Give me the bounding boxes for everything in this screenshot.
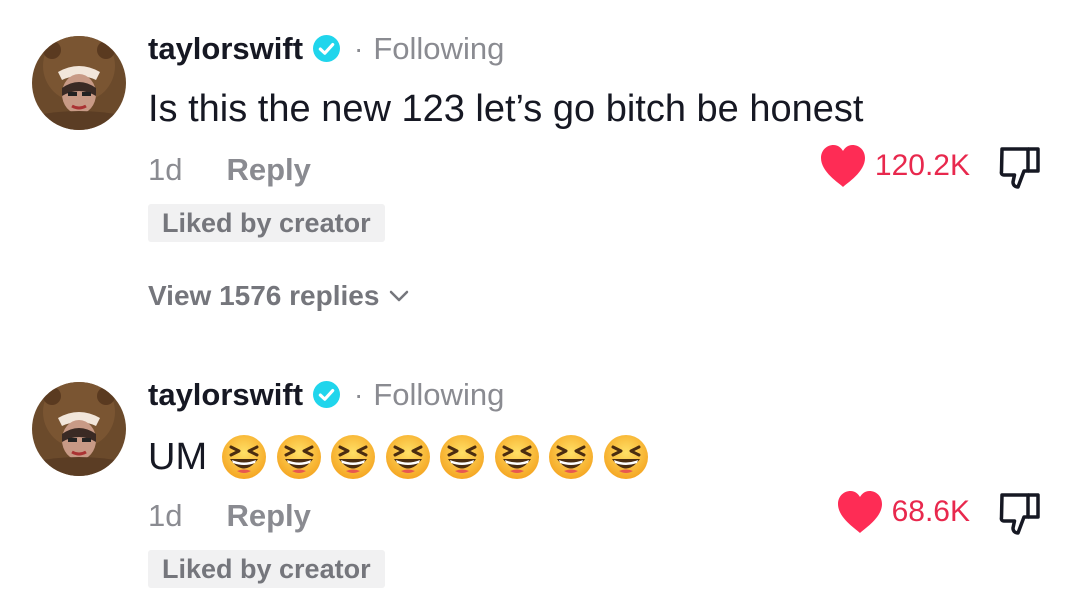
liked-by-creator-badge: Liked by creator (148, 204, 385, 242)
like-button[interactable]: 120.2K (819, 144, 970, 188)
reply-button[interactable]: Reply (226, 500, 310, 531)
verified-badge-icon (313, 35, 341, 62)
grinning-squinting-face-emoji (549, 435, 594, 479)
comment-body: UM (148, 436, 208, 478)
grinning-squinting-face-emoji (603, 435, 648, 479)
avatar[interactable] (32, 36, 126, 130)
chevron-down-icon (390, 290, 409, 302)
reply-button[interactable]: Reply (226, 154, 310, 185)
grinning-squinting-face-emoji (331, 435, 376, 479)
thumbs-down-icon[interactable] (998, 491, 1042, 537)
view-replies-label: View 1576 replies (148, 280, 380, 311)
grinning-squinting-face-emoji (276, 435, 321, 479)
like-button[interactable]: 68.6K (836, 490, 970, 534)
avatar[interactable] (32, 382, 126, 476)
verified-badge-icon (313, 381, 341, 408)
timestamp: 1d (148, 498, 183, 533)
grinning-squinting-face-emoji (494, 435, 539, 479)
like-count: 120.2K (874, 149, 970, 182)
comment-meta: 1d Reply (148, 500, 311, 531)
separator-dot: · (354, 32, 364, 64)
grinning-squinting-face-emoji (385, 435, 430, 479)
comment-header: taylorswift · Following (148, 33, 504, 64)
comment-meta: 1d Reply (148, 154, 311, 185)
like-count: 68.6K (891, 495, 970, 528)
liked-by-creator-badge: Liked by creator (148, 550, 385, 588)
comment-text: Is this the new 123 let’s go bitch be ho… (148, 90, 863, 128)
username[interactable]: taylorswift (148, 33, 303, 64)
username[interactable]: taylorswift (148, 379, 303, 410)
emoji-group (221, 434, 657, 480)
comment-header: taylorswift · Following (148, 379, 504, 410)
follow-status: Following (373, 377, 505, 412)
follow-status: Following (373, 31, 505, 66)
grinning-squinting-face-emoji (222, 435, 267, 479)
timestamp: 1d (148, 152, 183, 187)
heart-icon (837, 491, 882, 533)
thumbs-down-icon[interactable] (998, 145, 1042, 191)
grinning-squinting-face-emoji (440, 435, 485, 479)
view-replies-button[interactable]: View 1576 replies (148, 280, 409, 312)
comment-body: Is this the new 123 let’s go bitch be ho… (148, 88, 864, 130)
comment-text: UM (148, 434, 657, 480)
separator-dot: · (354, 378, 364, 410)
heart-icon (820, 145, 865, 187)
